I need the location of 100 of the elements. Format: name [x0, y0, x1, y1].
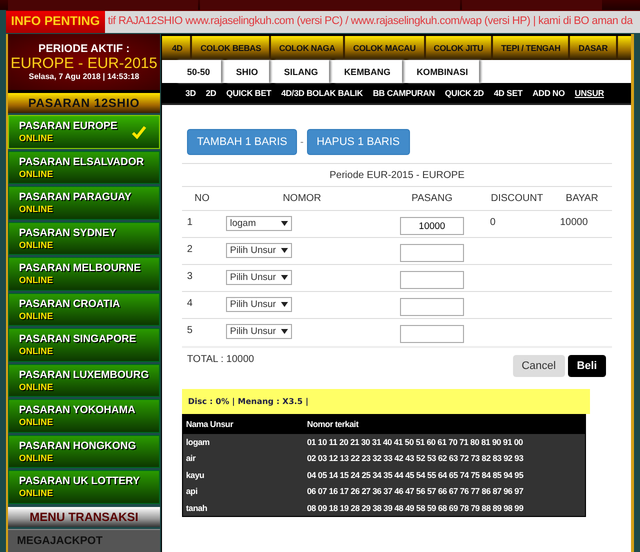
buy-button[interactable]: Beli [568, 354, 606, 376]
row-number: 5 [187, 325, 193, 336]
bet-tab[interactable]: QUICK 2D [440, 83, 489, 103]
bet-tab[interactable]: ADD NO [527, 83, 570, 103]
bet-tab[interactable]: QUICK BET [221, 83, 276, 103]
element-name: api [186, 486, 198, 496]
dropdown-arrow-icon [281, 275, 288, 280]
market-name: PASARAN UK LOTTERY [19, 474, 140, 488]
element-name: tanah [186, 502, 208, 513]
element-dropdown[interactable]: Pilih Unsur [226, 297, 292, 312]
element-name: kayu [186, 470, 204, 480]
market-item[interactable]: PASARAN EUROPE ONLINE [8, 115, 160, 148]
separator-text: - [300, 136, 304, 148]
column-header: BAYAR [566, 193, 598, 204]
market-status: ONLINE [19, 133, 54, 144]
element-numbers: 01 10 11 20 21 30 31 40 41 50 51 60 61 70 71 80 81 90 91 00 [307, 436, 523, 447]
market-item[interactable]: PASARAN MELBOURNE ONLINE [8, 257, 160, 290]
odds-bar: Disc : 0% | Menang : X3.5 | [182, 388, 590, 414]
market-status: ONLINE [19, 417, 54, 428]
market-status: ONLINE [19, 488, 54, 499]
market-item[interactable]: PASARAN SINGAPORE ONLINE [8, 328, 160, 362]
period-date: Selasa, 7 Agu 2018 | 14:53:18 [28, 72, 140, 81]
bet-tab[interactable]: 2D [200, 83, 222, 103]
market-name: PASARAN HONGKONG [19, 438, 136, 452]
column-header: NO [194, 193, 210, 204]
total-text: TOTAL : 10000 [187, 354, 254, 364]
news-ticker: tif RAJA12SHIO www.rajaselingkuh.com (versi PC) / www.rajaselingkuh.com/wap (versi HP) | kami di BO aman da [104, 11, 640, 33]
form-title: Periode EUR-2015 - EUROPE [329, 170, 465, 180]
column-header: NOMOR [282, 193, 322, 204]
row-number: 3 [187, 271, 193, 282]
bet-amount-field[interactable] [400, 298, 464, 316]
market-item[interactable]: PASARAN SYDNEY ONLINE [8, 222, 160, 255]
market-name: PASARAN ELSALVADOR [19, 154, 144, 168]
bet-tab[interactable]: 4D SET [488, 83, 528, 103]
column-header: PASANG [412, 193, 452, 204]
market-status: ONLINE [19, 346, 54, 357]
dropdown-arrow-icon [281, 329, 288, 334]
market-item[interactable]: PASARAN CROATIA ONLINE [8, 292, 160, 326]
row-number: 4 [187, 298, 193, 309]
element-dropdown[interactable]: Pilih Unsur [226, 324, 292, 339]
game-tab[interactable]: 50-50 [176, 60, 222, 83]
market-name: PASARAN EUROPE [19, 119, 118, 133]
market-name: PASARAN LUXEMBOURG [19, 368, 149, 382]
dropdown-arrow-icon [281, 248, 288, 253]
element-dropdown[interactable]: logam [226, 216, 292, 231]
game-tab[interactable]: KEMBANG [333, 60, 402, 83]
game-tab[interactable]: SHIO [225, 60, 270, 83]
add-row-button[interactable]: TAMBAH 1 BARIS [187, 129, 298, 155]
bet-amount-field[interactable]: 10000 [400, 217, 464, 235]
section-header: PASARAN 12SHIO [8, 90, 160, 113]
element-name: air [186, 453, 196, 464]
market-item[interactable]: PASARAN ELSALVADOR ONLINE [8, 150, 160, 184]
market-status: ONLINE [19, 310, 54, 322]
column-header: Nomor terkait [307, 419, 358, 429]
remove-row-button[interactable]: HAPUS 1 BARIS [306, 129, 410, 155]
bet-tab[interactable]: UNSUR [570, 83, 609, 103]
discount-value: 0 [490, 217, 496, 228]
element-name: logam [186, 436, 210, 447]
market-name: PASARAN CROATIA [19, 296, 120, 310]
check-icon [131, 125, 147, 139]
bet-tab[interactable]: 3D [180, 83, 201, 103]
market-name: PASARAN YOKOHAMA [19, 403, 136, 417]
market-status: ONLINE [19, 204, 54, 215]
market-item[interactable]: PASARAN PARAGUAY ONLINE [8, 186, 160, 220]
dropdown-arrow-icon [281, 221, 288, 226]
market-name: PASARAN MELBOURNE [19, 261, 141, 275]
period-label: PERIODE AKTIF : [38, 43, 130, 55]
bet-amount-field[interactable] [400, 244, 464, 262]
market-status: ONLINE [19, 382, 54, 392]
market-item[interactable]: PASARAN YOKOHAMA ONLINE [8, 399, 160, 432]
bet-amount-field[interactable] [400, 271, 464, 289]
element-dropdown[interactable]: Pilih Unsur [226, 270, 292, 285]
period-name: EUROPE - EUR-2015 [10, 55, 158, 72]
market-item[interactable]: PASARAN UK LOTTERY ONLINE [8, 470, 160, 504]
column-header: Nama Unsur [186, 419, 234, 429]
market-status: ONLINE [19, 240, 54, 250]
element-numbers: 08 09 18 19 28 29 38 39 48 49 58 59 68 69 78 79 88 89 98 99 [307, 502, 524, 513]
market-item[interactable]: PASARAN HONGKONG ONLINE [8, 434, 160, 468]
bet-amount-field[interactable] [400, 325, 464, 343]
market-name: PASARAN PARAGUAY [19, 190, 132, 204]
market-status: ONLINE [19, 275, 54, 286]
payment-value: 10000 [560, 217, 588, 228]
dropdown-arrow-icon [281, 302, 288, 307]
bet-tab[interactable]: BB CAMPURAN [368, 83, 440, 103]
game-tab[interactable]: KOMBINASI [406, 60, 480, 83]
info-label: INFO PENTING [6, 11, 105, 33]
element-numbers: 02 03 12 13 22 23 32 33 42 43 52 53 62 63 72 73 82 83 92 93 [307, 453, 524, 464]
element-dropdown[interactable]: Pilih Unsur [226, 243, 292, 258]
element-numbers: 06 07 16 17 26 27 36 37 46 47 56 57 66 67 76 77 86 87 96 97 [307, 486, 524, 496]
cancel-button[interactable]: Cancel [512, 354, 565, 376]
section-header: MENU TRANSAKSI [8, 506, 160, 526]
market-name: PASARAN SYDNEY [19, 226, 116, 240]
market-name: PASARAN SINGAPORE [19, 332, 136, 346]
row-number: 1 [187, 217, 193, 228]
market-status: ONLINE [19, 168, 54, 180]
market-item[interactable]: PASARAN LUXEMBOURG ONLINE [8, 364, 160, 397]
game-tab[interactable]: SILANG [273, 60, 330, 83]
bet-tab[interactable]: 4D/3D BOLAK BALIK [276, 83, 368, 103]
market-status: ONLINE [19, 452, 54, 464]
element-numbers: 04 05 14 15 24 25 34 35 44 45 54 55 64 65 74 75 84 85 94 95 [307, 470, 524, 480]
